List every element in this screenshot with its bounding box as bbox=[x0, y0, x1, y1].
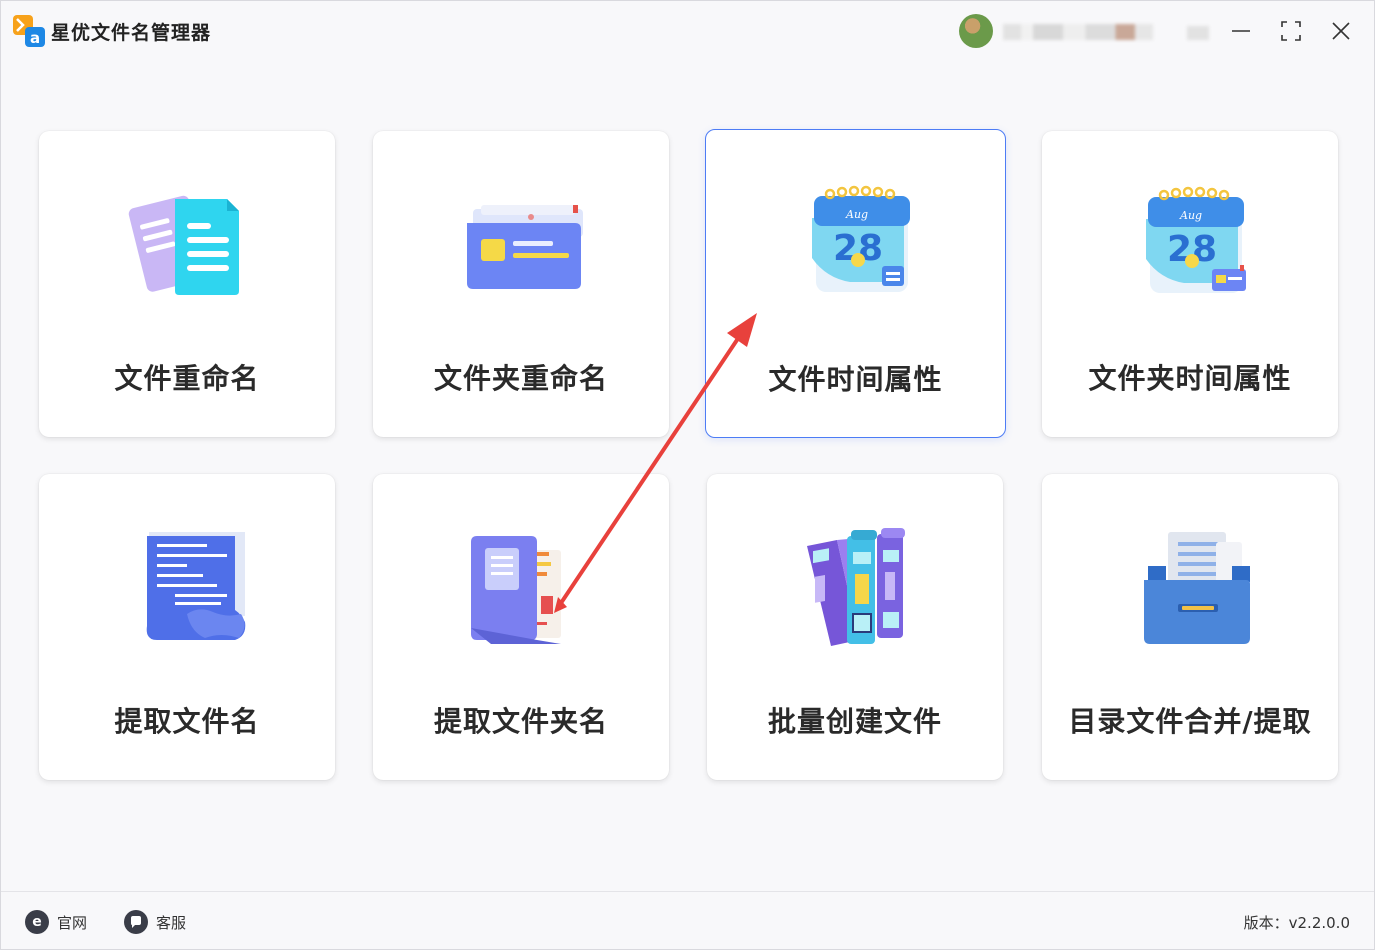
card-label: 提取文件名 bbox=[114, 705, 260, 738]
minimize-button[interactable] bbox=[1223, 13, 1259, 49]
card-folder-rename[interactable]: 文件夹重命名 bbox=[373, 131, 669, 437]
app-title: 星优文件名管理器 bbox=[51, 22, 212, 44]
card-batch-create-files[interactable]: 批量创建文件 bbox=[707, 474, 1003, 780]
card-label: 文件时间属性 bbox=[768, 363, 943, 396]
card-label: 批量创建文件 bbox=[767, 705, 942, 738]
customer-service-link[interactable]: 客服 bbox=[124, 909, 186, 935]
close-icon bbox=[1332, 22, 1350, 40]
calendar-icon: Aug 28 bbox=[706, 178, 1005, 308]
binders-icon bbox=[707, 522, 1003, 652]
close-button[interactable] bbox=[1323, 13, 1359, 49]
scroll-list-icon bbox=[39, 522, 335, 652]
chat-icon bbox=[124, 910, 148, 934]
maximize-icon bbox=[1281, 21, 1301, 41]
calendar-month: Aug bbox=[1179, 209, 1202, 222]
customer-service-label: 客服 bbox=[156, 913, 187, 932]
card-extract-foldernames[interactable]: 提取文件夹名 bbox=[373, 474, 669, 780]
website-link[interactable]: e 官网 bbox=[25, 909, 87, 935]
card-label: 目录文件合并/提取 bbox=[1068, 705, 1312, 738]
calendar-folder-icon: Aug 28 bbox=[1042, 179, 1338, 309]
card-label: 文件夹重命名 bbox=[433, 362, 608, 395]
documents-icon bbox=[39, 179, 335, 309]
card-folder-time-attributes[interactable]: Aug 28 文件夹时间属性 bbox=[1042, 131, 1338, 437]
app-window: a 星优文件名管理器 文件重命名 文件夹重命名 Aug 28 文件时间属性 Au… bbox=[0, 0, 1375, 950]
website-label: 官网 bbox=[57, 913, 88, 932]
card-label: 文件重命名 bbox=[114, 362, 260, 395]
card-extract-filenames[interactable]: 提取文件名 bbox=[39, 474, 335, 780]
user-account[interactable] bbox=[959, 14, 1209, 50]
user-extra-redacted bbox=[1187, 26, 1209, 40]
title-bar: a 星优文件名管理器 bbox=[1, 1, 1374, 61]
card-label: 提取文件夹名 bbox=[433, 705, 608, 738]
maximize-button[interactable] bbox=[1273, 13, 1309, 49]
user-name-redacted bbox=[1003, 24, 1153, 40]
card-directory-merge-extract[interactable]: 目录文件合并/提取 bbox=[1042, 474, 1338, 780]
minimize-icon bbox=[1232, 30, 1250, 32]
card-label: 文件夹时间属性 bbox=[1088, 362, 1292, 395]
card-file-time-attributes[interactable]: Aug 28 文件时间属性 bbox=[705, 129, 1006, 438]
folder-documents-icon bbox=[373, 522, 669, 652]
browser-icon: e bbox=[25, 910, 49, 934]
card-file-rename[interactable]: 文件重命名 bbox=[39, 131, 335, 437]
avatar[interactable] bbox=[959, 14, 993, 48]
version-text: 版本：v2.2.0.0 bbox=[1243, 914, 1350, 932]
folder-icon bbox=[373, 179, 669, 309]
footer: e 官网 客服 版本：v2.2.0.0 bbox=[1, 891, 1374, 950]
file-drawer-icon bbox=[1042, 522, 1338, 652]
calendar-month: Aug bbox=[845, 208, 868, 221]
app-logo-glyph: a bbox=[30, 29, 40, 47]
app-logo-icon: a bbox=[13, 15, 45, 47]
